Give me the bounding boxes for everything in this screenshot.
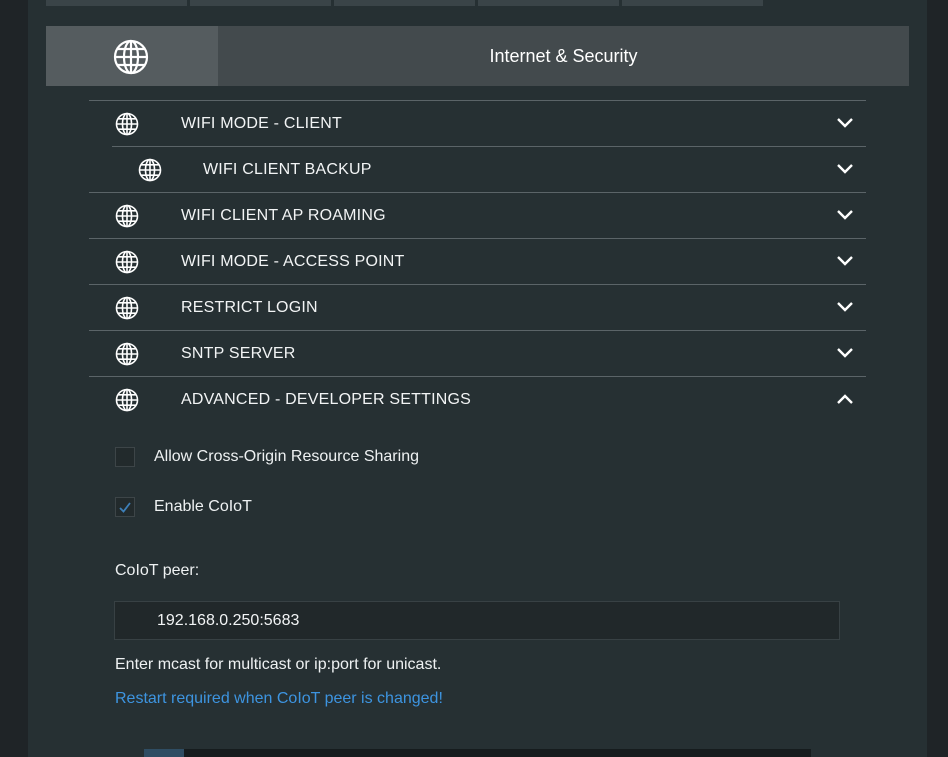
- coiot-peer-hint: Enter mcast for multicast or ip:port for…: [115, 656, 442, 673]
- globe-icon: [138, 158, 162, 182]
- accordion-item-advanced-developer-settings[interactable]: ADVANCED - DEVELOPER SETTINGS: [89, 376, 866, 422]
- chevron-down-icon[interactable]: [836, 116, 854, 130]
- bottom-scrollbar[interactable]: [144, 749, 811, 757]
- chevron-down-icon[interactable]: [836, 346, 854, 360]
- globe-icon: [115, 250, 139, 274]
- restart-warning: Restart required when CoIoT peer is chan…: [115, 690, 443, 707]
- accordion-label: ADVANCED - DEVELOPER SETTINGS: [181, 391, 472, 408]
- chevron-down-icon[interactable]: [836, 208, 854, 222]
- top-tab[interactable]: [478, 0, 619, 6]
- accordion-label: WIFI MODE - ACCESS POINT: [181, 253, 405, 270]
- top-tab[interactable]: [46, 0, 187, 6]
- cors-checkbox[interactable]: [115, 447, 135, 467]
- globe-icon: [115, 112, 139, 136]
- chevron-down-icon[interactable]: [836, 162, 854, 176]
- globe-icon: [115, 204, 139, 228]
- section-header: Internet & Security: [46, 26, 909, 86]
- top-tab[interactable]: [334, 0, 475, 6]
- accordion-item-sntp-server[interactable]: SNTP SERVER: [89, 330, 866, 376]
- page-title: Internet & Security: [489, 46, 638, 66]
- accordion-item-wifi-mode-access-point[interactable]: WIFI MODE - ACCESS POINT: [89, 238, 866, 284]
- coiot-peer-input[interactable]: [114, 601, 840, 640]
- top-tab[interactable]: [190, 0, 331, 6]
- checkmark-icon: [119, 502, 131, 513]
- chevron-up-icon[interactable]: [836, 392, 854, 406]
- cors-label: Allow Cross-Origin Resource Sharing: [154, 448, 419, 465]
- globe-icon: [115, 342, 139, 366]
- coiot-label: Enable CoIoT: [154, 498, 252, 515]
- accordion-label: WIFI CLIENT AP ROAMING: [181, 207, 386, 224]
- top-tab-strip: [46, 0, 764, 6]
- accordion-label: WIFI MODE - CLIENT: [181, 115, 342, 132]
- accordion-item-wifi-client-ap-roaming[interactable]: WIFI CLIENT AP ROAMING: [89, 192, 866, 238]
- settings-accordion: WIFI MODE - CLIENT WIFI CLIENT BACKUP WI…: [89, 100, 866, 422]
- coiot-peer-label: CoIoT peer:: [115, 562, 200, 579]
- accordion-label: SNTP SERVER: [181, 345, 296, 362]
- top-tab[interactable]: [622, 0, 763, 6]
- chevron-down-icon[interactable]: [836, 254, 854, 268]
- globe-icon: [115, 388, 139, 412]
- scrollbar-thumb[interactable]: [144, 749, 184, 757]
- globe-icon: [113, 39, 149, 75]
- accordion-label: RESTRICT LOGIN: [181, 299, 318, 316]
- globe-icon: [115, 296, 139, 320]
- advanced-settings-panel: Allow Cross-Origin Resource Sharing Enab…: [89, 422, 866, 742]
- accordion-item-wifi-client-backup[interactable]: WIFI CLIENT BACKUP: [112, 146, 866, 192]
- accordion-item-restrict-login[interactable]: RESTRICT LOGIN: [89, 284, 866, 330]
- accordion-label: WIFI CLIENT BACKUP: [203, 161, 372, 178]
- accordion-item-wifi-mode-client[interactable]: WIFI MODE - CLIENT: [89, 100, 866, 146]
- header-icon-box: [46, 26, 218, 86]
- coiot-checkbox[interactable]: [115, 497, 135, 517]
- chevron-down-icon[interactable]: [836, 300, 854, 314]
